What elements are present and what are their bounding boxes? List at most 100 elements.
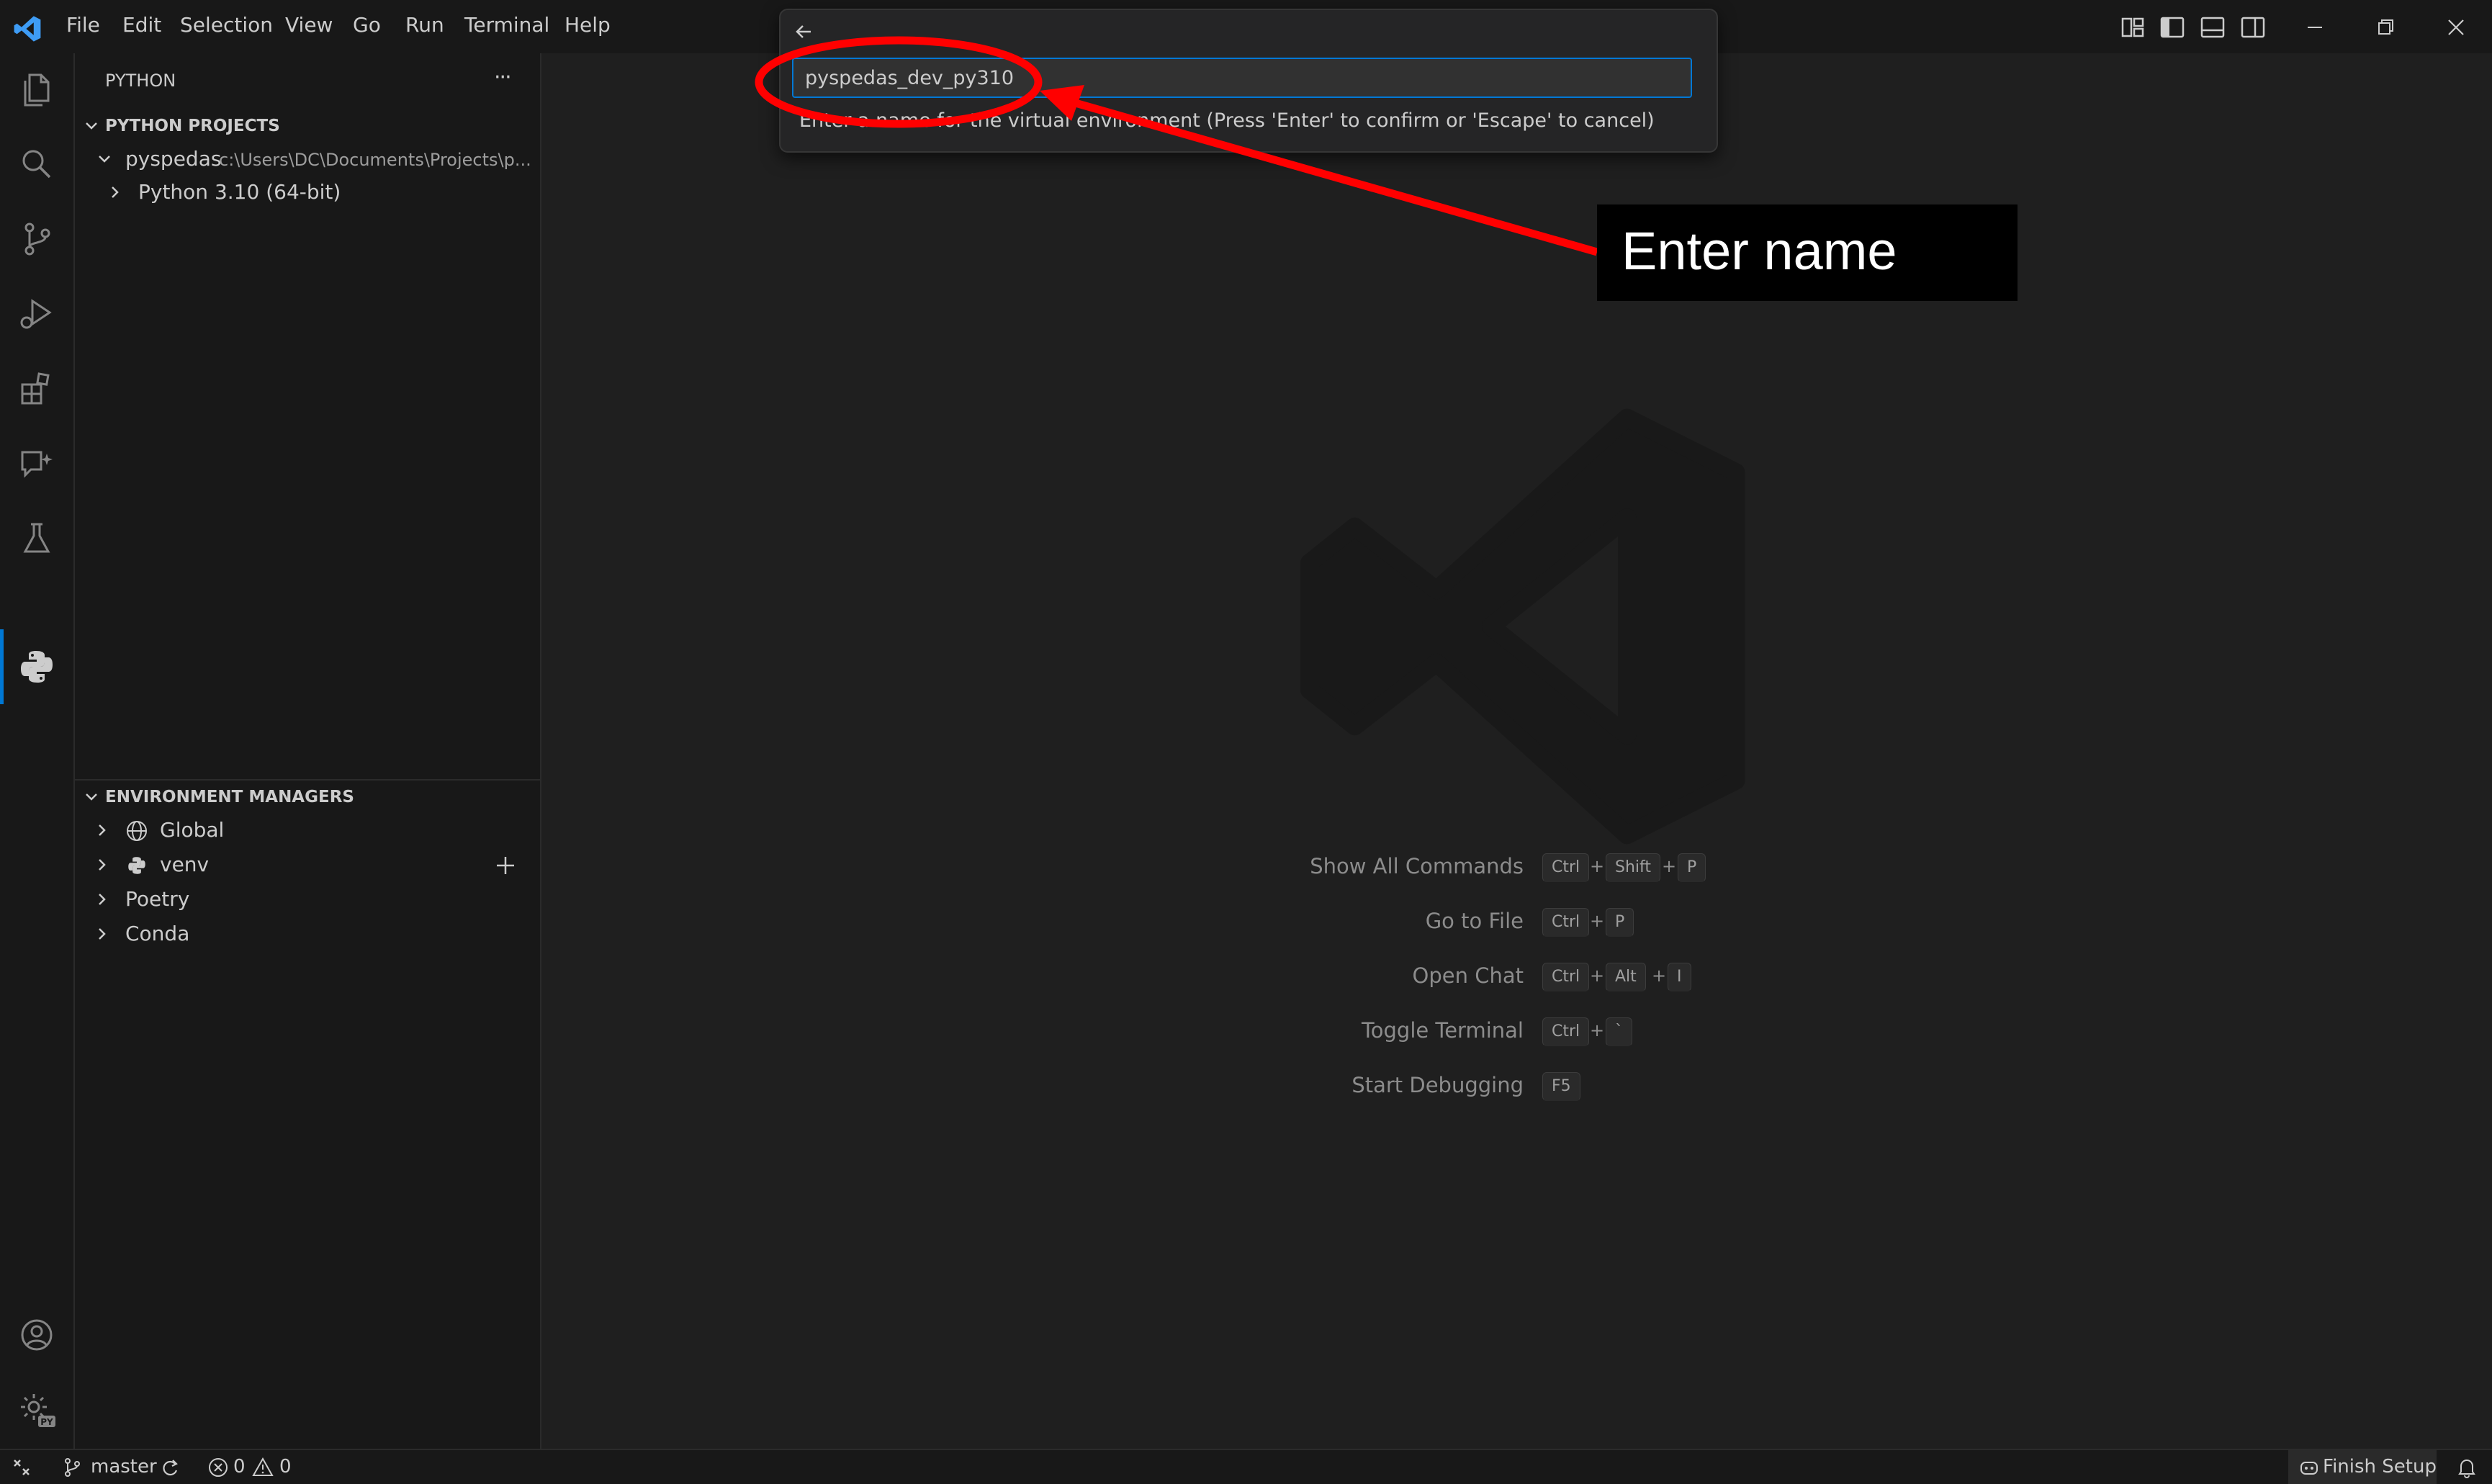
copilot-icon: [2300, 1462, 2318, 1475]
warning-icon[interactable]: [252, 1457, 274, 1478]
error-count[interactable]: 0: [233, 1456, 246, 1478]
toggle-panel-icon[interactable]: [2198, 13, 2227, 42]
tree-item-project[interactable]: pyspedas c:\Users\DC\Documents\Projects\…: [75, 143, 540, 176]
tree-item-interpreter[interactable]: Python 3.10 (64-bit): [75, 176, 540, 209]
kbd-key: Ctrl: [1542, 908, 1590, 937]
menu-run[interactable]: Run: [405, 13, 444, 37]
vscode-logo-icon: [14, 16, 41, 42]
chevron-down-icon[interactable]: [82, 788, 101, 806]
project-path: c:\Users\DC\Documents\Projects\p...: [219, 150, 531, 170]
sidebar-title: PYTHON: [105, 71, 176, 91]
kbd-key: F5: [1542, 1072, 1580, 1101]
plus-sign: +: [1590, 966, 1605, 986]
explorer-icon[interactable]: [15, 68, 58, 111]
accounts-icon[interactable]: [15, 1313, 58, 1357]
kbd-key: P: [1606, 908, 1634, 937]
notifications-bell-icon[interactable]: [2455, 1456, 2478, 1479]
more-actions-button[interactable]: ···: [494, 65, 512, 90]
chat-icon[interactable]: [15, 442, 58, 485]
plus-sign: +: [1590, 911, 1605, 931]
tree-item-global[interactable]: Global: [75, 814, 540, 847]
back-arrow-icon[interactable]: [791, 19, 817, 45]
active-view-indicator: [0, 629, 4, 704]
menu-help[interactable]: Help: [564, 13, 611, 37]
plus-sign: +: [1590, 856, 1605, 876]
sync-icon[interactable]: [158, 1456, 181, 1479]
shortcut-label-go-to-file: Go to File: [1425, 909, 1524, 933]
environment-name-input[interactable]: [792, 58, 1692, 98]
env-label-venv: venv: [160, 853, 210, 876]
toggle-secondary-sidebar-icon[interactable]: [2239, 13, 2267, 42]
activity-bar: PY: [0, 53, 75, 1449]
shortcut-label-open-chat: Open Chat: [1412, 963, 1524, 988]
shortcut-label-start-debugging: Start Debugging: [1351, 1073, 1524, 1097]
add-icon[interactable]: [494, 854, 517, 877]
manage-gear-icon[interactable]: PY: [15, 1388, 58, 1431]
chevron-down-icon[interactable]: [95, 150, 114, 168]
env-label-global: Global: [160, 818, 225, 842]
menu-edit[interactable]: Edit: [122, 13, 161, 37]
branch-icon[interactable]: [60, 1456, 84, 1479]
restore-icon[interactable]: [2371, 13, 2400, 42]
chevron-down-icon[interactable]: [82, 117, 101, 135]
chevron-right-icon[interactable]: [92, 890, 111, 909]
chevron-right-icon[interactable]: [105, 183, 124, 202]
search-icon[interactable]: [15, 143, 58, 186]
testing-icon[interactable]: [15, 517, 58, 560]
warning-count[interactable]: 0: [279, 1456, 292, 1478]
kbd-key: Ctrl: [1542, 963, 1590, 991]
svg-text:PY: PY: [40, 1417, 53, 1427]
kbd-key: Alt: [1606, 963, 1646, 991]
sidebar: PYTHON ··· PYTHON PROJECTS pyspedas c:\U…: [75, 53, 541, 1449]
customize-layout-icon[interactable]: [2118, 13, 2147, 42]
finish-setup-button[interactable]: Finish Setup: [2288, 1450, 2437, 1484]
tree-item-poetry[interactable]: Poetry: [75, 883, 540, 916]
error-icon[interactable]: [207, 1457, 229, 1478]
menu-file[interactable]: File: [66, 13, 100, 37]
kbd-key: Ctrl: [1542, 1017, 1590, 1046]
kbd-key: Ctrl: [1542, 853, 1590, 882]
menu-selection[interactable]: Selection: [180, 13, 273, 37]
shortcut-label-toggle-terminal: Toggle Terminal: [1361, 1018, 1524, 1043]
python-projects-header[interactable]: PYTHON PROJECTS: [105, 117, 280, 135]
kbd-key: P: [1678, 853, 1706, 882]
branch-name[interactable]: master: [91, 1456, 157, 1478]
status-bar: master 0 0 Finish Setup: [0, 1449, 2492, 1484]
plus-sign: +: [1662, 856, 1677, 876]
vscode-watermark-icon: [1300, 408, 1745, 845]
source-control-icon[interactable]: [15, 217, 58, 261]
kbd-key: Shift: [1606, 853, 1661, 882]
quick-input-message: Enter a name for the virtual environment…: [799, 109, 1655, 132]
close-window-icon[interactable]: [2442, 13, 2470, 42]
environment-managers-header[interactable]: ENVIRONMENT MANAGERS: [105, 788, 354, 806]
kbd-key: `: [1606, 1017, 1632, 1046]
toggle-primary-sidebar-icon[interactable]: [2158, 13, 2187, 42]
extensions-icon[interactable]: [15, 367, 58, 410]
globe-icon: [127, 821, 147, 841]
plus-sign: +: [1652, 966, 1667, 986]
menu-go[interactable]: Go: [353, 13, 381, 37]
editor-area: Show All Commands Ctrl + Shift + P Go to…: [541, 53, 2492, 1449]
python-icon: [128, 857, 145, 874]
menu-view[interactable]: View: [285, 13, 333, 37]
chevron-right-icon[interactable]: [92, 925, 111, 943]
chevron-right-icon[interactable]: [92, 821, 111, 840]
tree-item-conda[interactable]: Conda: [75, 917, 540, 950]
python-icon[interactable]: [15, 645, 58, 688]
shortcut-label-show-all-commands: Show All Commands: [1310, 854, 1524, 878]
interpreter-label: Python 3.10 (64-bit): [138, 180, 341, 204]
plus-sign: +: [1590, 1020, 1605, 1040]
run-and-debug-icon[interactable]: [15, 292, 58, 336]
finish-setup-label: Finish Setup: [2323, 1456, 2437, 1478]
remote-indicator-icon[interactable]: [10, 1456, 33, 1479]
section-divider: [75, 779, 540, 781]
chevron-right-icon[interactable]: [92, 855, 111, 874]
kbd-key: I: [1668, 963, 1691, 991]
annotation-callout: Enter name: [1597, 204, 2018, 301]
project-name: pyspedas: [125, 147, 222, 171]
minimize-icon[interactable]: [2300, 13, 2329, 42]
tree-item-venv[interactable]: venv: [75, 848, 540, 881]
env-label-conda: Conda: [125, 922, 190, 945]
annotation-text: Enter name: [1621, 221, 1897, 281]
menu-terminal[interactable]: Terminal: [464, 13, 549, 37]
